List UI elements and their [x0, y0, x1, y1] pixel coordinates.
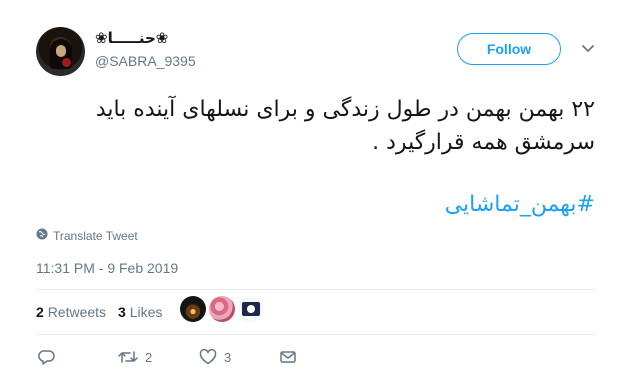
chevron-down-icon[interactable] — [580, 40, 596, 56]
retweet-button[interactable]: 2 — [118, 348, 152, 366]
retweets-count: 2 — [36, 304, 44, 320]
tweet-stats: 2 Retweets 3 Likes — [36, 304, 162, 320]
avatar-rose — [62, 58, 71, 67]
heart-icon — [199, 348, 217, 366]
display-name[interactable]: ❀حنـــــا❀ — [95, 29, 168, 47]
likes-count: 3 — [118, 304, 126, 320]
tweet-text: ۲۲ بهمن بهمن در طول زندگی و برای نسلهای … — [95, 97, 595, 155]
likers-avatars — [180, 296, 264, 322]
liker-avatar[interactable] — [209, 296, 235, 322]
like-button[interactable]: 3 — [199, 348, 231, 366]
avatar[interactable] — [36, 27, 85, 76]
envelope-icon — [279, 348, 297, 366]
user-handle[interactable]: @SABRA_9395 — [95, 53, 196, 69]
like-count: 3 — [224, 349, 232, 365]
retweet-count: 2 — [145, 349, 153, 365]
divider — [36, 334, 596, 335]
likes-stat[interactable]: 3 Likes — [118, 304, 162, 320]
translate-tweet-link[interactable]: Translate Tweet — [36, 228, 138, 243]
divider — [36, 289, 596, 290]
liker-avatar[interactable] — [180, 296, 206, 322]
globe-icon — [36, 228, 48, 243]
reply-button[interactable] — [38, 348, 56, 366]
tweet-timestamp[interactable]: 11:31 PM - 9 Feb 2019 — [36, 260, 178, 276]
liker-avatar[interactable] — [238, 296, 264, 322]
likes-label: Likes — [129, 304, 163, 320]
reply-icon — [38, 348, 56, 366]
retweets-stat[interactable]: 2 Retweets — [36, 304, 106, 320]
follow-button[interactable]: Follow — [457, 33, 561, 65]
hashtag-link[interactable]: #بهمن_تماشایی — [445, 188, 595, 221]
avatar-face — [56, 45, 66, 57]
translate-label: Translate Tweet — [53, 228, 138, 243]
retweet-icon — [118, 348, 138, 366]
retweets-label: Retweets — [47, 304, 107, 320]
direct-message-button[interactable] — [279, 348, 297, 366]
